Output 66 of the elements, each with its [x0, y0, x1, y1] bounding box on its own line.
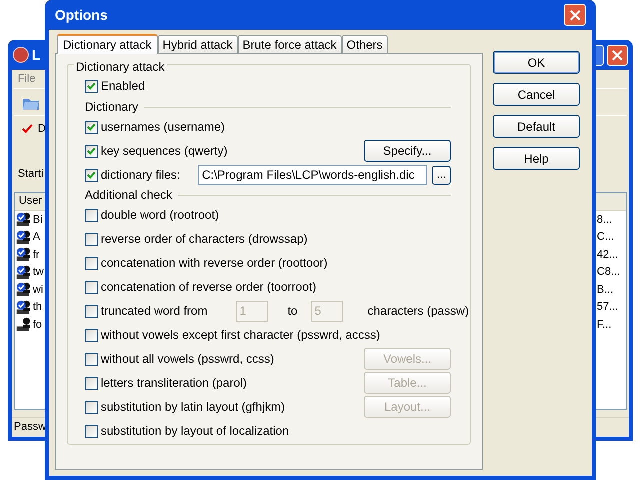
user-name: A	[33, 230, 40, 245]
close-icon	[612, 50, 623, 60]
checkbox-label: usernames (username)	[101, 119, 226, 136]
checkbox[interactable]	[85, 120, 98, 134]
checkbox[interactable]	[85, 208, 98, 222]
section-label: Dictionary	[85, 99, 138, 116]
tab[interactable]: Brute force attack	[238, 35, 342, 53]
checkbox[interactable]	[85, 352, 98, 366]
dialog-button[interactable]: Default	[493, 115, 580, 138]
app-logo-icon	[13, 47, 29, 63]
path-field[interactable]: C:\Program Files\LCP\words-english.dic	[198, 165, 428, 185]
option-button[interactable]: Specify...	[364, 140, 451, 162]
checkbox-label: truncated word from	[101, 303, 208, 320]
hash-value: 8...	[597, 212, 614, 228]
dialog-button[interactable]: Help	[493, 147, 580, 170]
checkbox[interactable]	[85, 328, 98, 342]
checkbox-label: without all vowels (psswrd, ccss)	[101, 351, 274, 368]
user-name: th	[33, 300, 42, 315]
hash-value: 42...	[597, 248, 620, 262]
hash-value: C...	[597, 230, 616, 245]
checkbox-label: letters transliteration (parol)	[101, 375, 248, 392]
dialog-title: Options	[55, 6, 108, 25]
hash-value: C8...	[597, 265, 622, 280]
checkbox-label: concatenation with reverse order (roottoor)	[101, 255, 328, 272]
tab[interactable]: Hybrid attack	[158, 35, 238, 53]
dialog-button[interactable]: OK	[493, 51, 580, 74]
hash-value: F...	[597, 318, 613, 332]
checkbox-label: key sequences (qwerty)	[101, 143, 228, 160]
checkbox-label: dictionary files:	[101, 167, 180, 184]
checkbox[interactable]	[85, 144, 98, 158]
checkbox[interactable]	[85, 280, 98, 294]
range-label: to	[288, 303, 298, 320]
checkbox-label: without vowels except first character (psswrd, accss)	[101, 327, 380, 344]
hash-value: B...	[597, 282, 615, 298]
checkbox[interactable]	[85, 376, 98, 390]
window-title: L	[32, 46, 41, 64]
checkbox-label: reverse order of characters (drowssap)	[101, 231, 308, 248]
user-name: fr	[33, 248, 40, 262]
user-name: tw	[33, 265, 44, 280]
checkbox[interactable]	[85, 80, 98, 92]
checkbox-label: concatenation of reverse order (toorroot)	[101, 279, 316, 296]
checkbox[interactable]	[85, 256, 98, 270]
tab[interactable]: Others	[342, 35, 388, 53]
user-name: fo	[33, 318, 42, 332]
close-button[interactable]	[564, 4, 586, 26]
close-button[interactable]	[607, 44, 628, 66]
user-name: Bi	[33, 212, 43, 228]
hash-value: 57...	[597, 300, 620, 315]
section-label: Additional check	[85, 187, 172, 204]
dialog-button[interactable]: Cancel	[493, 83, 580, 106]
start-label: Starti	[18, 166, 44, 182]
checkbox[interactable]	[85, 400, 98, 414]
checkbox[interactable]	[85, 424, 98, 438]
checkbox[interactable]	[85, 232, 98, 246]
checkbox-label: substitution by layout of localization	[101, 423, 290, 440]
tab[interactable]: Dictionary attack	[57, 34, 158, 54]
close-icon	[570, 10, 580, 20]
checkbox-label: double word (rootroot)	[101, 207, 220, 224]
checkbox[interactable]	[85, 304, 98, 318]
range-label: characters (passw)	[368, 303, 470, 320]
checkbox-label: Enabled	[101, 78, 146, 95]
browse-button[interactable]: ...	[432, 166, 451, 184]
user-name: wi	[33, 282, 44, 298]
checkbox-label: substitution by latin layout (gfhjkm)	[101, 399, 286, 416]
option-label: D	[38, 122, 46, 137]
checkbox[interactable]	[85, 168, 98, 182]
